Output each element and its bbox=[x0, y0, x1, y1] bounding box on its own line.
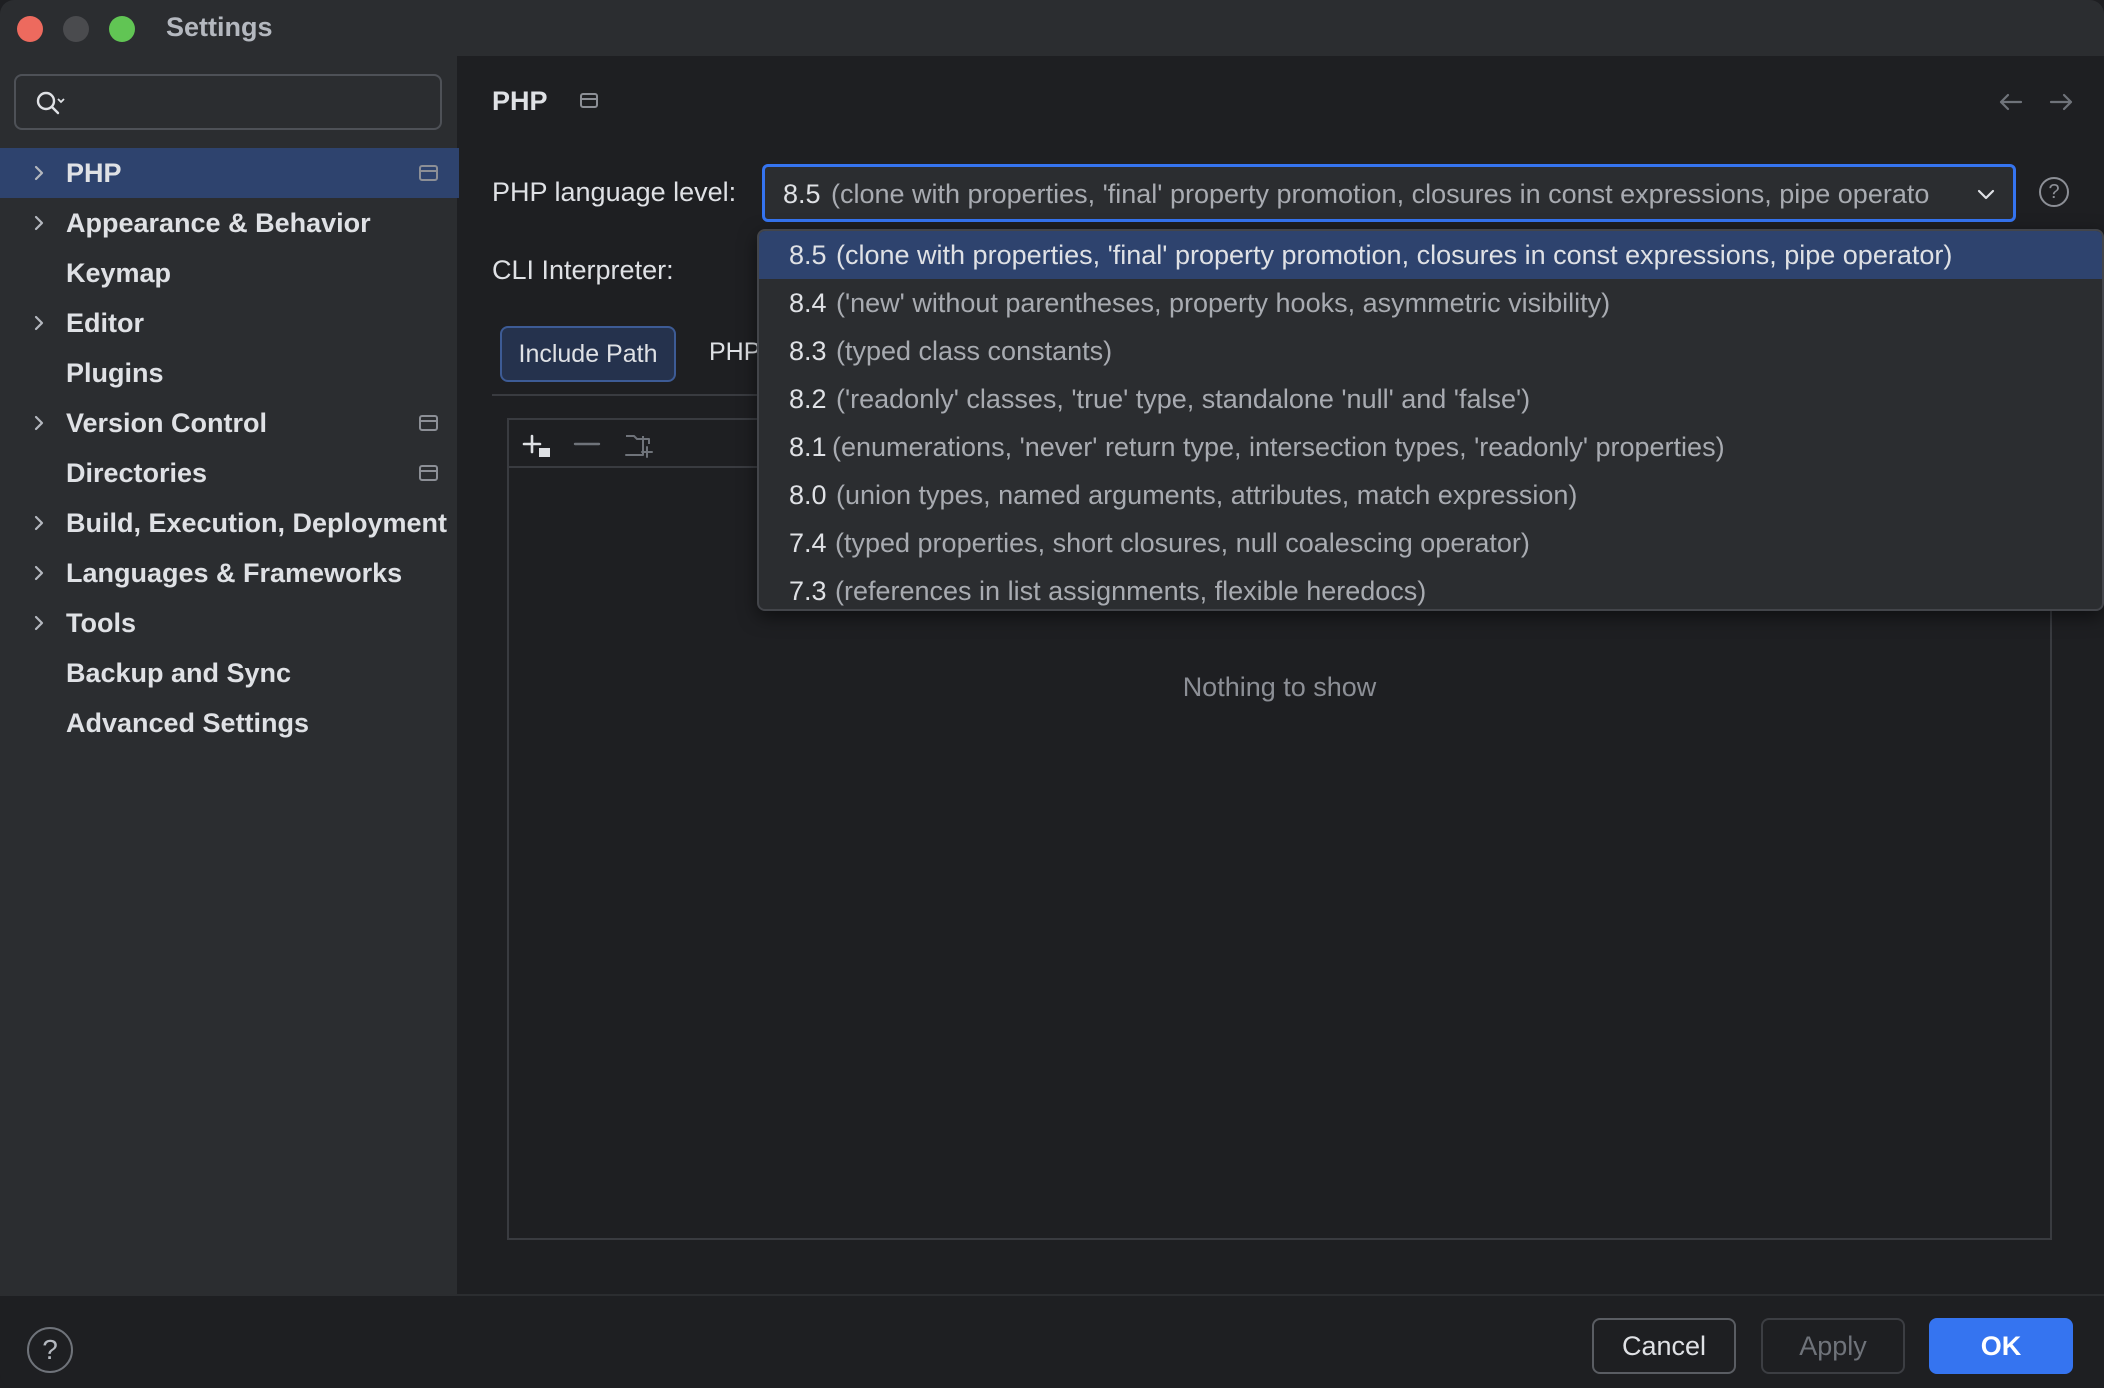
sidebar-item-editor[interactable]: Editor bbox=[0, 298, 459, 348]
add-folder-icon[interactable] bbox=[623, 430, 655, 460]
language-level-select[interactable]: 8.5 (clone with properties, 'final' prop… bbox=[762, 164, 2016, 222]
sidebar-item-label: Keymap bbox=[66, 257, 172, 288]
sidebar-item-keymap[interactable]: Keymap bbox=[0, 248, 459, 298]
sidebar-item-label: Advanced Settings bbox=[66, 707, 310, 738]
tab-php[interactable]: PHP bbox=[709, 338, 760, 367]
sidebar-item-tools[interactable]: Tools bbox=[0, 598, 459, 648]
option-version: 8.2 bbox=[789, 384, 827, 414]
project-scope-icon bbox=[419, 465, 438, 481]
chevron-down-icon bbox=[1977, 189, 1995, 200]
option-version: 8.3 bbox=[789, 336, 827, 366]
chevron-right-icon[interactable] bbox=[30, 562, 48, 584]
empty-state-text: Nothing to show bbox=[1182, 672, 1377, 702]
project-scope-icon bbox=[419, 165, 438, 181]
language-level-option[interactable]: 8.0 (union types, named arguments, attrib… bbox=[759, 471, 2102, 519]
sidebar-item-label: Appearance & Behavior bbox=[66, 207, 371, 238]
sidebar-item-label: Version Control bbox=[66, 407, 268, 438]
remove-icon[interactable] bbox=[571, 430, 603, 460]
language-level-dropdown: 8.5 (clone with properties, 'final' prope… bbox=[757, 229, 2104, 611]
sidebar-item-label: Build, Execution, Deployment bbox=[66, 507, 448, 538]
project-scope-icon bbox=[580, 93, 598, 108]
option-description: (clone with properties, 'final' property… bbox=[836, 240, 1953, 270]
search-icon bbox=[36, 91, 65, 115]
language-level-option[interactable]: 8.3 (typed class constants) bbox=[759, 327, 2102, 375]
option-version: 8.4 bbox=[789, 288, 827, 318]
language-level-label: PHP language level: bbox=[492, 177, 737, 207]
option-description: ('readonly' classes, 'true' type, standa… bbox=[836, 384, 1531, 414]
help-icon[interactable]: ? bbox=[2039, 177, 2069, 207]
chevron-right-icon[interactable] bbox=[30, 162, 48, 184]
sidebar-item-label: Plugins bbox=[66, 357, 164, 388]
chevron-right-icon[interactable] bbox=[30, 412, 48, 434]
sidebar-item-label: Languages & Frameworks bbox=[66, 557, 403, 588]
cli-interpreter-label: CLI Interpreter: bbox=[492, 255, 674, 285]
sidebar-item-appearance-behavior[interactable]: Appearance & Behavior bbox=[0, 198, 459, 248]
window-title: Settings bbox=[166, 12, 273, 42]
cancel-button[interactable]: Cancel bbox=[1592, 1318, 1736, 1374]
chevron-right-icon[interactable] bbox=[30, 212, 48, 234]
option-description: (enumerations, 'never' return type, inte… bbox=[832, 432, 1725, 462]
option-version: 8.1 bbox=[789, 432, 827, 462]
chevron-right-icon[interactable] bbox=[30, 312, 48, 334]
sidebar-item-label: Tools bbox=[66, 607, 136, 638]
sidebar-item-backup-and-sync[interactable]: Backup and Sync bbox=[0, 648, 459, 698]
language-level-option[interactable]: 8.1 (enumerations, 'never' return type, i… bbox=[759, 423, 2102, 471]
minimize-window-button[interactable] bbox=[63, 16, 89, 42]
chevron-right-icon[interactable] bbox=[30, 612, 48, 634]
sidebar-item-plugins[interactable]: Plugins bbox=[0, 348, 459, 398]
apply-button[interactable]: Apply bbox=[1761, 1318, 1905, 1374]
chevron-right-icon[interactable] bbox=[30, 512, 48, 534]
sidebar-item-label: Directories bbox=[66, 457, 208, 488]
sidebar-item-build-execution-deployment[interactable]: Build, Execution, Deployment bbox=[0, 498, 459, 548]
forward-arrow-icon[interactable] bbox=[2047, 90, 2077, 114]
language-level-version: 8.5 bbox=[783, 179, 821, 209]
option-description: (union types, named arguments, attribute… bbox=[836, 480, 1578, 510]
language-level-option[interactable]: 8.4 ('new' without parentheses, property … bbox=[759, 279, 2102, 327]
sidebar-item-label: Backup and Sync bbox=[66, 657, 292, 688]
back-arrow-icon[interactable] bbox=[1995, 90, 2025, 114]
maximize-window-button[interactable] bbox=[109, 16, 135, 42]
language-level-option[interactable]: 8.5 (clone with properties, 'final' prope… bbox=[759, 231, 2102, 279]
option-version: 8.0 bbox=[789, 480, 827, 510]
title-bar: Settings bbox=[0, 0, 2104, 56]
language-level-option[interactable]: 8.2 ('readonly' classes, 'true' type, sta… bbox=[759, 375, 2102, 423]
sidebar-item-directories[interactable]: Directories bbox=[0, 448, 459, 498]
sidebar-item-languages-frameworks[interactable]: Languages & Frameworks bbox=[0, 548, 459, 598]
language-level-description: (clone with properties, 'final' property… bbox=[831, 179, 1930, 209]
close-window-button[interactable] bbox=[17, 16, 43, 42]
sidebar-item-label: Editor bbox=[66, 307, 144, 338]
language-level-option[interactable]: 7.4 (typed properties, short closures, nu… bbox=[759, 519, 2102, 567]
option-description: (typed class constants) bbox=[836, 336, 1113, 366]
project-scope-icon bbox=[419, 415, 438, 431]
option-description: ('new' without parentheses, property hoo… bbox=[836, 288, 1611, 318]
option-description: (typed properties, short closures, null … bbox=[835, 528, 1530, 558]
add-icon[interactable] bbox=[521, 430, 553, 460]
tab-include-path[interactable]: Include Path bbox=[500, 326, 676, 382]
ok-button[interactable]: OK bbox=[1929, 1318, 2073, 1374]
option-version: 7.3 bbox=[789, 576, 827, 606]
option-version: 8.5 bbox=[789, 240, 827, 270]
settings-sidebar: PHP Appearance & Behavior Keymap Editor Plug… bbox=[0, 56, 459, 1294]
sidebar-item-php[interactable]: PHP bbox=[0, 148, 459, 198]
search-input[interactable] bbox=[14, 74, 442, 130]
help-button[interactable]: ? bbox=[27, 1327, 73, 1373]
sidebar-item-version-control[interactable]: Version Control bbox=[0, 398, 459, 448]
sidebar-item-label: PHP bbox=[66, 157, 122, 188]
option-version: 7.4 bbox=[789, 528, 827, 558]
dialog-footer: ? Cancel Apply OK bbox=[0, 1294, 2104, 1388]
settings-window: Settings PHP Appearance & Behavior Keymap E… bbox=[0, 0, 2104, 1388]
option-description: (references in list assignments, flexibl… bbox=[835, 576, 1427, 606]
sidebar-item-advanced-settings[interactable]: Advanced Settings bbox=[0, 698, 459, 748]
language-level-option[interactable]: 7.3 (references in list assignments, flex… bbox=[759, 567, 2102, 609]
page-title: PHP bbox=[492, 86, 548, 116]
